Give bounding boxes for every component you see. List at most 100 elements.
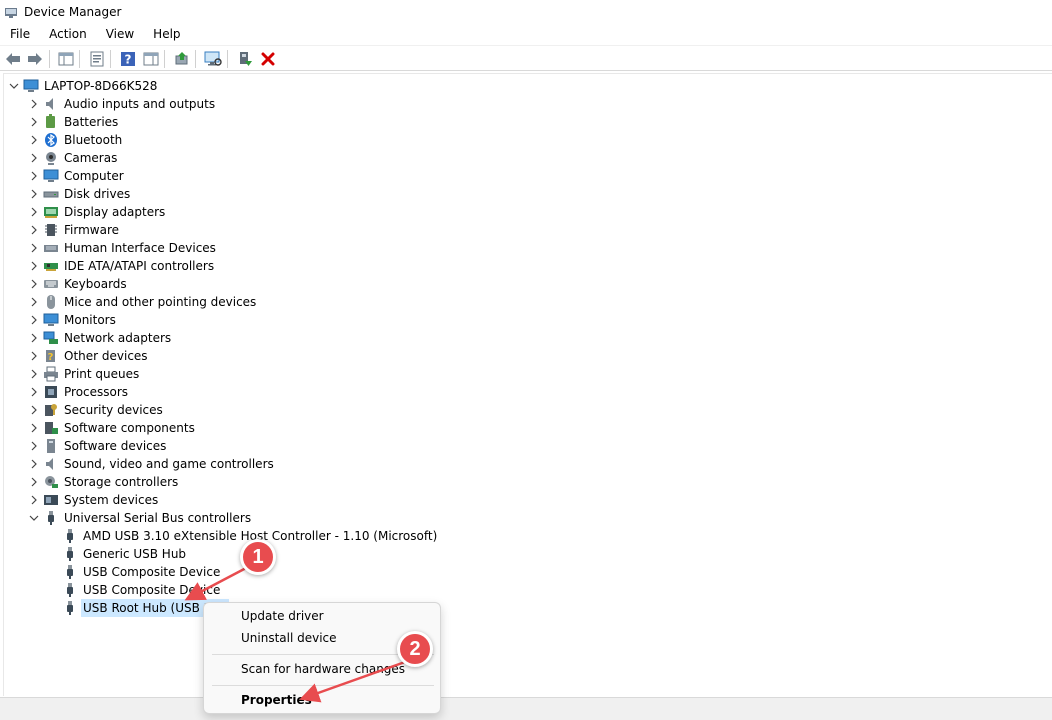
tree-item-label: Computer [64,169,124,183]
tree-category[interactable]: Sound, video and game controllers [4,455,1044,473]
toolbar-separator [49,50,50,68]
update-driver-icon[interactable] [172,49,192,69]
tree-item-label: Processors [64,385,129,399]
chevron-right-icon[interactable] [29,441,39,451]
tree-item[interactable]: Generic USB Hub [4,545,1044,563]
chevron-right-icon[interactable] [29,387,39,397]
status-bar [0,697,1052,720]
software-device-icon [43,438,59,454]
tree-item-label: Mice and other pointing devices [64,295,257,309]
menu-help[interactable]: Help [143,23,189,45]
tree-category[interactable]: Bluetooth [4,131,1044,149]
enable-device-icon[interactable] [235,49,255,69]
chevron-right-icon[interactable] [29,477,39,487]
chevron-right-icon[interactable] [29,333,39,343]
chevron-right-icon[interactable] [29,369,39,379]
chevron-down-icon[interactable] [9,81,19,91]
menu-view[interactable]: View [96,23,143,45]
title-bar: Device Manager [0,0,1052,23]
tree-category[interactable]: Software devices [4,437,1044,455]
toolbar-separator [227,50,228,68]
tree-item[interactable]: AMD USB 3.10 eXtensible Host Controller … [4,527,1044,545]
forward-icon[interactable] [25,49,45,69]
tree-category[interactable]: Mice and other pointing devices [4,293,1044,311]
scan-hardware-icon[interactable] [203,49,223,69]
monitor-icon [43,312,59,328]
tree-category[interactable]: Storage controllers [4,473,1044,491]
tree-category[interactable]: Security devices [4,401,1044,419]
menu-action[interactable]: Action [39,23,96,45]
tree-category[interactable]: Universal Serial Bus controllers [4,509,1044,527]
properties-icon[interactable] [87,49,107,69]
chevron-right-icon[interactable] [29,117,39,127]
chevron-down-icon[interactable] [29,513,39,523]
tree-category[interactable]: Processors [4,383,1044,401]
tree-item[interactable]: USB Composite Device [4,563,1044,581]
uninstall-device-icon[interactable] [258,49,278,69]
chevron-right-icon[interactable] [29,495,39,505]
tree-item-label: Cameras [64,151,118,165]
device-manager-app-icon [5,7,17,18]
chevron-right-icon[interactable] [29,297,39,307]
chevron-right-icon[interactable] [29,207,39,217]
chevron-right-icon[interactable] [29,459,39,469]
chevron-right-icon[interactable] [29,405,39,415]
chevron-right-icon[interactable] [29,189,39,199]
action-pane-icon[interactable] [141,49,161,69]
chevron-right-icon[interactable] [29,279,39,289]
tree-category[interactable]: Monitors [4,311,1044,329]
menu-file[interactable]: File [0,23,39,45]
tree-item[interactable]: USB Composite Device [4,581,1044,599]
display-adapter-icon [43,204,59,220]
tree-root-computer[interactable]: LAPTOP-8D66K528 [4,77,1044,95]
usb-icon [43,510,59,526]
chevron-right-icon[interactable] [29,315,39,325]
tree-category[interactable]: Print queues [4,365,1044,383]
chevron-right-icon[interactable] [29,423,39,433]
device-tree: LAPTOP-8D66K528 Audio inputs and outputs B… [3,73,1052,696]
tree-item-label: Display adapters [64,205,166,219]
chevron-right-icon[interactable] [29,99,39,109]
processor-icon [43,384,59,400]
tree-category[interactable]: IDE ATA/ATAPI controllers [4,257,1044,275]
tree-item-label: Sound, video and game controllers [64,457,274,471]
tree-category[interactable]: Audio inputs and outputs [4,95,1044,113]
tree-category[interactable]: Batteries [4,113,1044,131]
tree-category[interactable]: Disk drives [4,185,1044,203]
ide-controller-icon [43,258,59,274]
chevron-right-icon[interactable] [29,153,39,163]
tree-category[interactable]: Network adapters [4,329,1044,347]
chevron-right-icon[interactable] [29,225,39,235]
tree-category[interactable]: Display adapters [4,203,1044,221]
tree-category[interactable]: Computer [4,167,1044,185]
tree-item-selected[interactable]: USB Root Hub (USB 3.0) [4,599,1044,617]
tree-item-label: System devices [64,493,159,507]
tree-category[interactable]: Keyboards [4,275,1044,293]
chevron-right-icon[interactable] [29,261,39,271]
help-icon[interactable]: ? [118,49,138,69]
back-icon[interactable] [3,49,23,69]
chevron-right-icon[interactable] [29,351,39,361]
tree-category[interactable]: Software components [4,419,1044,437]
context-menu-properties[interactable]: Properties [208,689,438,711]
tree-item-label: Generic USB Hub [83,547,187,561]
toolbar-separator [79,50,80,68]
tree-item-label: Audio inputs and outputs [64,97,216,111]
svg-text:?: ? [48,352,54,363]
tree-item-label: LAPTOP-8D66K528 [44,79,158,93]
show-hide-console-tree-icon[interactable] [56,49,76,69]
system-devices-icon [43,492,59,508]
tree-category[interactable]: Human Interface Devices [4,239,1044,257]
menu-bar: File Action View Help [0,23,1052,45]
chevron-right-icon[interactable] [29,171,39,181]
tree-category[interactable]: Cameras [4,149,1044,167]
tree-category[interactable]: System devices [4,491,1044,509]
tree-item-label: USB Composite Device [83,583,221,597]
tree-category[interactable]: ? Other devices [4,347,1044,365]
storage-controller-icon [43,474,59,490]
chevron-right-icon[interactable] [29,135,39,145]
chevron-right-icon[interactable] [29,243,39,253]
tree-category[interactable]: Firmware [4,221,1044,239]
context-menu-update-driver[interactable]: Update driver [208,605,438,627]
usb-icon [62,600,78,616]
